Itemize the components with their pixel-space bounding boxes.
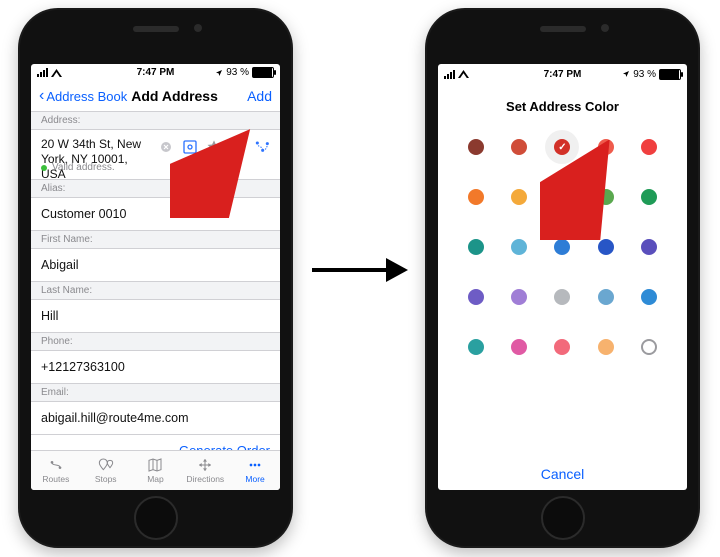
label-phone: Phone:	[31, 332, 280, 351]
tab-label: More	[245, 474, 264, 484]
status-bar: 7:47 PM 93 %	[438, 64, 687, 83]
screen-add-address: 7:47 PM 93 % ‹ Address Book Add Address …	[31, 64, 280, 490]
map-icon	[145, 457, 165, 473]
tab-more[interactable]: More	[230, 451, 280, 490]
row-alias[interactable]: Customer 0010	[31, 198, 280, 230]
home-button[interactable]	[134, 496, 178, 540]
tab-bar: Routes Stops Map Directions More	[31, 450, 280, 490]
sheet-title: Set Address Color	[438, 83, 687, 122]
clear-icon[interactable]	[158, 139, 174, 155]
nav-back-button[interactable]: ‹ Address Book	[39, 88, 127, 104]
color-swatch[interactable]	[641, 239, 657, 255]
color-swatch[interactable]	[468, 139, 484, 155]
alias-value: Customer 0010	[41, 207, 126, 221]
phone-speaker	[540, 26, 586, 32]
scan-icon[interactable]	[182, 139, 198, 155]
label-address: Address:	[31, 112, 280, 130]
color-swatch[interactable]	[598, 139, 614, 155]
directions-icon	[195, 457, 215, 473]
tab-routes[interactable]: Routes	[31, 451, 81, 490]
color-swatch[interactable]	[468, 189, 484, 205]
color-swatch[interactable]	[468, 289, 484, 305]
tab-stops[interactable]: Stops	[81, 451, 131, 490]
routes-icon	[46, 457, 66, 473]
status-bar: 7:47 PM 93 %	[31, 64, 280, 81]
color-swatch[interactable]	[641, 339, 657, 355]
route-icon[interactable]	[254, 139, 270, 155]
star-icon[interactable]	[206, 139, 222, 155]
tab-map[interactable]: Map	[131, 451, 181, 490]
color-swatch[interactable]	[641, 189, 657, 205]
valid-text: Valid address.	[52, 162, 115, 173]
tab-label: Map	[147, 474, 164, 484]
color-swatch[interactable]	[641, 289, 657, 305]
phone-speaker	[133, 26, 179, 32]
color-swatch[interactable]	[598, 189, 614, 205]
tab-label: Routes	[42, 474, 69, 484]
battery-icon	[659, 69, 681, 80]
row-valid: Valid address.	[31, 162, 280, 179]
row-first-name[interactable]: Abigail	[31, 249, 280, 281]
color-swatch[interactable]	[598, 339, 614, 355]
color-grid	[438, 122, 687, 454]
color-swatch[interactable]	[511, 289, 527, 305]
row-phone[interactable]: +12127363100	[31, 351, 280, 383]
email-value: abigail.hill@route4me.com	[41, 411, 188, 425]
tab-label: Stops	[95, 474, 117, 484]
address-icons	[158, 139, 270, 155]
flow-arrow-icon	[310, 250, 410, 290]
tab-directions[interactable]: Directions	[180, 451, 230, 490]
nav-title: Add Address	[131, 88, 218, 104]
stage: 7:47 PM 93 % ‹ Address Book Add Address …	[0, 0, 720, 557]
color-swatch[interactable]	[554, 239, 570, 255]
color-swatch[interactable]	[598, 239, 614, 255]
color-swatch[interactable]	[554, 289, 570, 305]
generate-order-button[interactable]: Generate Order	[31, 434, 280, 450]
phone-camera	[601, 24, 609, 32]
stops-icon	[96, 457, 116, 473]
first-name-value: Abigail	[41, 258, 79, 272]
phone-left: 7:47 PM 93 % ‹ Address Book Add Address …	[18, 8, 293, 548]
label-email: Email:	[31, 383, 280, 402]
color-swatch[interactable]	[468, 339, 484, 355]
nav-action-add[interactable]: Add	[247, 88, 272, 104]
label-alias: Alias:	[31, 179, 280, 198]
color-swatch[interactable]	[511, 339, 527, 355]
nav-back-label: Address Book	[46, 89, 127, 104]
battery-icon	[252, 67, 274, 78]
color-swatch[interactable]	[598, 289, 614, 305]
status-time: 7:47 PM	[31, 67, 280, 78]
color-swatch[interactable]	[511, 239, 527, 255]
color-swatch[interactable]	[554, 189, 570, 205]
color-swatch[interactable]	[511, 189, 527, 205]
label-first-name: First Name:	[31, 230, 280, 249]
screen-color-picker: 7:47 PM 93 % Set Address Color Cancel	[438, 64, 687, 490]
label-last-name: Last Name:	[31, 281, 280, 300]
cancel-button[interactable]: Cancel	[438, 454, 687, 490]
phone-right: 7:47 PM 93 % Set Address Color Cancel	[425, 8, 700, 548]
more-icon	[245, 457, 265, 473]
row-email[interactable]: abigail.hill@route4me.com	[31, 402, 280, 434]
color-swatch[interactable]	[511, 139, 527, 155]
color-swatch[interactable]	[641, 139, 657, 155]
nav-bar: ‹ Address Book Add Address Add	[31, 81, 280, 112]
row-address[interactable]: 20 W 34th St, New York, NY 10001, USA	[31, 130, 280, 162]
tab-label: Directions	[186, 474, 224, 484]
row-last-name[interactable]: Hill	[31, 300, 280, 332]
status-time: 7:47 PM	[438, 69, 687, 80]
phone-camera	[194, 24, 202, 32]
color-circle-icon[interactable]	[230, 139, 246, 155]
last-name-value: Hill	[41, 309, 58, 323]
chevron-left-icon: ‹	[39, 88, 44, 104]
valid-dot-icon	[41, 165, 47, 171]
color-swatch[interactable]	[554, 139, 570, 155]
form-list: Address: 20 W 34th St, New York, NY 1000…	[31, 112, 280, 450]
phone-value: +12127363100	[41, 360, 125, 374]
color-swatch[interactable]	[554, 339, 570, 355]
home-button[interactable]	[541, 496, 585, 540]
color-swatch[interactable]	[468, 239, 484, 255]
